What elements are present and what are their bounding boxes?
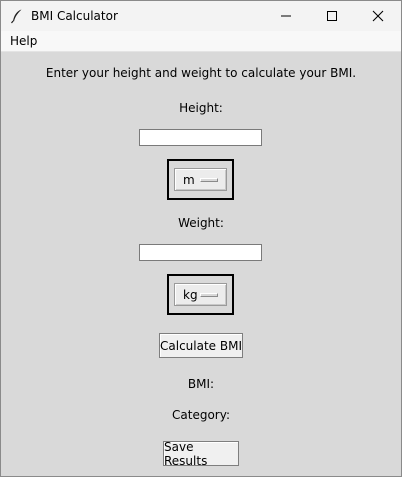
minimize-button[interactable] (263, 1, 309, 31)
app-window: BMI Calculator Help Enter your height an… (0, 0, 402, 477)
save-results-button[interactable]: Save Results (163, 440, 239, 468)
title-bar[interactable]: BMI Calculator (1, 1, 401, 31)
close-icon (372, 10, 384, 22)
close-button[interactable] (355, 1, 401, 31)
menu-help[interactable]: Help (8, 34, 39, 48)
dropdown-indicator-icon (200, 178, 218, 182)
height-input[interactable] (139, 129, 262, 146)
weight-unit-dropdown[interactable]: kg (174, 283, 227, 306)
bmi-result-label: BMI: (187, 377, 215, 391)
weight-input[interactable] (139, 244, 262, 261)
height-unit-frame: m (167, 159, 234, 200)
menu-bar: Help (1, 31, 401, 52)
feather-icon (9, 8, 25, 24)
weight-label: Weight: (178, 216, 224, 230)
height-label: Height: (179, 101, 223, 115)
instruction-text: Enter your height and weight to calculat… (45, 66, 357, 80)
height-unit-dropdown[interactable]: m (174, 168, 227, 191)
height-unit-value: m (183, 173, 195, 187)
weight-unit-value: kg (183, 288, 198, 302)
window-title: BMI Calculator (31, 9, 118, 23)
maximize-icon (327, 11, 337, 21)
weight-unit-frame: kg (167, 274, 234, 315)
calculate-bmi-button[interactable]: Calculate BMI (159, 333, 243, 358)
dropdown-indicator-icon (200, 293, 218, 297)
minimize-icon (281, 15, 291, 17)
maximize-button[interactable] (309, 1, 355, 31)
category-result-label: Category: (172, 408, 230, 422)
